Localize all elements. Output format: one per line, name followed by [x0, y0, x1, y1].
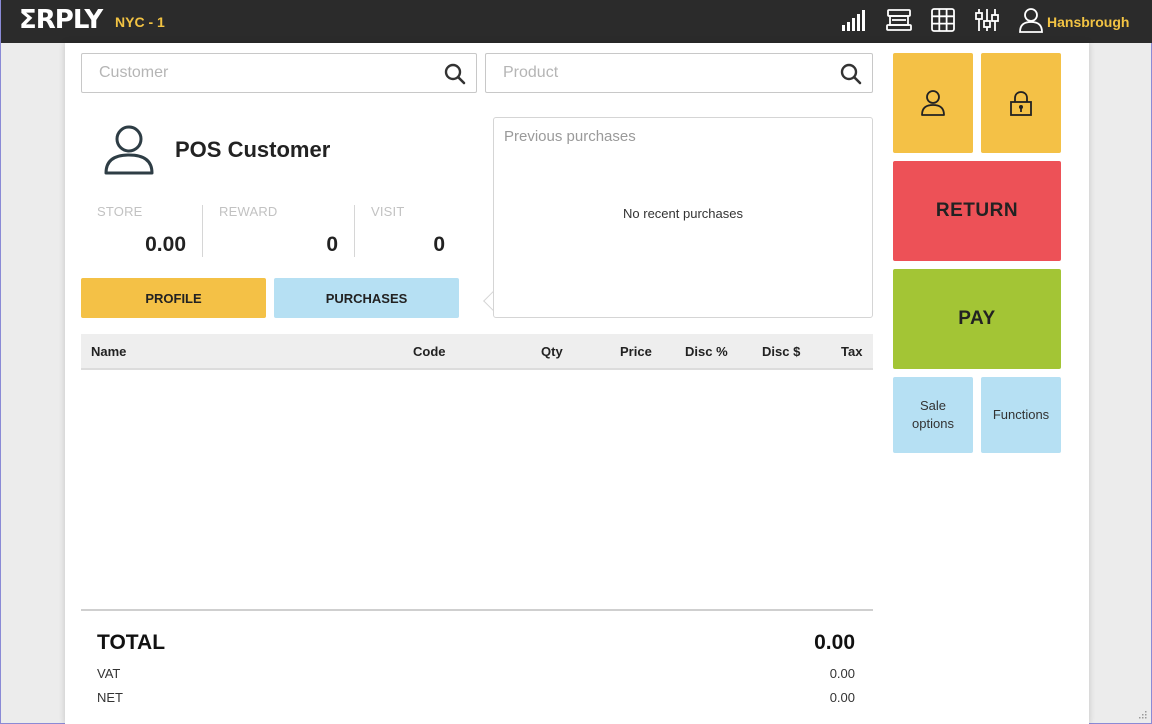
column-code[interactable]: Code: [413, 344, 446, 359]
lock-icon: [1010, 91, 1032, 116]
visit-value: 0: [433, 233, 445, 256]
functions-label: Functions: [992, 407, 1050, 422]
table-divider: [81, 609, 873, 611]
vat-value: 0.00: [829, 666, 855, 681]
previous-purchases-empty: No recent purchases: [623, 206, 743, 221]
search-icon[interactable]: [444, 63, 466, 85]
customer-avatar-icon: [104, 125, 154, 175]
vat-label: VAT: [97, 666, 121, 681]
customer-name: POS Customer: [175, 137, 331, 162]
total-label: TOTAL: [97, 631, 166, 654]
erply-logo: ΣRPLY: [19, 5, 103, 35]
pay-label: PAY: [958, 308, 996, 329]
customer-search-box: [81, 53, 477, 93]
return-button[interactable]: RETURN: [893, 161, 1061, 261]
stat-divider: [202, 205, 203, 257]
resize-grip-icon[interactable]: [1137, 709, 1147, 719]
column-qty[interactable]: Qty: [541, 344, 563, 359]
stat-divider: [354, 205, 355, 257]
column-disc-percent[interactable]: Disc %: [685, 344, 728, 359]
sale-options-button[interactable]: Sale options: [893, 377, 973, 453]
pay-button[interactable]: PAY: [893, 269, 1061, 369]
sale-options-label: Sale options: [912, 398, 954, 431]
purchases-button[interactable]: PURCHASES: [274, 278, 459, 318]
cash-register-icon[interactable]: [885, 6, 913, 34]
profile-button[interactable]: PROFILE: [81, 278, 266, 318]
cart-table-header: Name Code Qty Price Disc % Disc $ Tax: [81, 334, 873, 370]
functions-button[interactable]: Functions: [981, 377, 1061, 453]
product-search-input[interactable]: [486, 54, 872, 92]
lock-button[interactable]: [981, 53, 1061, 153]
return-label: RETURN: [935, 200, 1019, 221]
search-icon[interactable]: [840, 63, 862, 85]
column-name[interactable]: Name: [91, 344, 126, 359]
sliders-icon[interactable]: [973, 6, 1001, 34]
net-label: NET: [97, 690, 123, 705]
product-search-box: [485, 53, 873, 93]
store-credit-value: 0.00: [145, 233, 186, 256]
customer-button[interactable]: [893, 53, 973, 153]
store-name[interactable]: NYC - 1: [115, 14, 165, 30]
column-price[interactable]: Price: [620, 344, 652, 359]
previous-purchases-title: Previous purchases: [504, 128, 636, 145]
signal-bars-icon[interactable]: [840, 6, 868, 34]
reward-label: REWARD: [219, 204, 278, 219]
total-value: 0.00: [814, 631, 855, 654]
store-credit-label: STORE: [97, 204, 143, 219]
grid-icon[interactable]: [929, 6, 957, 34]
column-tax[interactable]: Tax: [841, 344, 862, 359]
user-icon[interactable]: [1017, 6, 1045, 34]
person-icon: [921, 90, 945, 116]
customer-search-input[interactable]: [82, 54, 476, 92]
column-disc-amount[interactable]: Disc $: [762, 344, 800, 359]
previous-purchases-panel: Previous purchases No recent purchases: [493, 117, 873, 318]
visit-label: VISIT: [371, 204, 405, 219]
top-bar: ΣRPLY NYC - 1 Hansbrough: [1, 0, 1152, 43]
app-window: ΣRPLY NYC - 1 Hansbrough Customer Produc…: [0, 0, 1152, 724]
reward-value: 0: [326, 233, 338, 256]
user-name[interactable]: Hansbrough: [1047, 14, 1129, 30]
net-value: 0.00: [829, 690, 855, 705]
